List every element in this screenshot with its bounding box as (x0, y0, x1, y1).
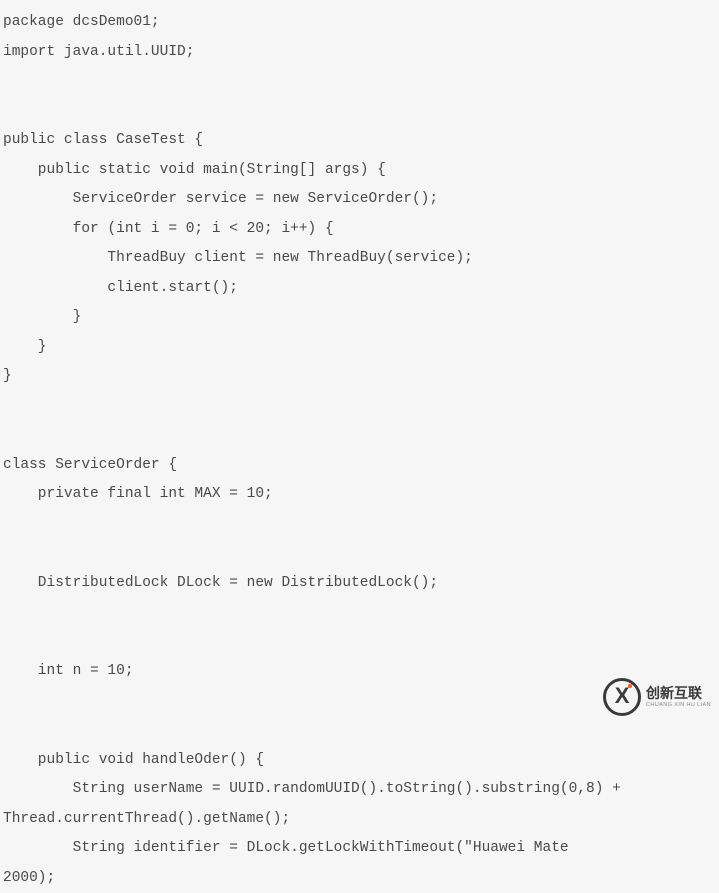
code-line: DistributedLock DLock = new DistributedL… (3, 575, 438, 591)
code-line: 2000); (3, 870, 55, 886)
watermark-cn-text: 创新互联 (646, 686, 711, 701)
code-line: Thread.currentThread().getName(); (3, 811, 290, 827)
code-line: import java.util.UUID; (3, 44, 194, 60)
code-line: public void handleOder() { (3, 752, 264, 768)
code-line: } (3, 309, 81, 325)
code-line: public class CaseTest { (3, 132, 203, 148)
code-line: package dcsDemo01; (3, 14, 160, 30)
code-line: public static void main(String[] args) { (3, 162, 386, 178)
code-line: class ServiceOrder { (3, 457, 177, 473)
watermark-en-text: CHUANG XIN HU LIAN (646, 702, 711, 708)
code-line: String userName = UUID.randomUUID().toSt… (3, 781, 630, 797)
code-line: for (int i = 0; i < 20; i++) { (3, 221, 334, 237)
code-line: } (3, 368, 12, 384)
watermark-logo-icon: X (603, 678, 641, 716)
code-line: private final int MAX = 10; (3, 486, 273, 502)
code-line: String identifier = DLock.getLockWithTim… (3, 840, 577, 856)
code-block: package dcsDemo01; import java.util.UUID… (3, 8, 719, 893)
code-line: client.start(); (3, 280, 238, 296)
code-line: ServiceOrder service = new ServiceOrder(… (3, 191, 438, 207)
code-line: ThreadBuy client = new ThreadBuy(service… (3, 250, 473, 266)
watermark-logo-letter: X (615, 681, 630, 711)
watermark: X 创新互联 CHUANG XIN HU LIAN (603, 678, 711, 716)
code-line: } (3, 339, 47, 355)
code-line: int n = 10; (3, 663, 134, 679)
watermark-text: 创新互联 CHUANG XIN HU LIAN (646, 686, 711, 707)
